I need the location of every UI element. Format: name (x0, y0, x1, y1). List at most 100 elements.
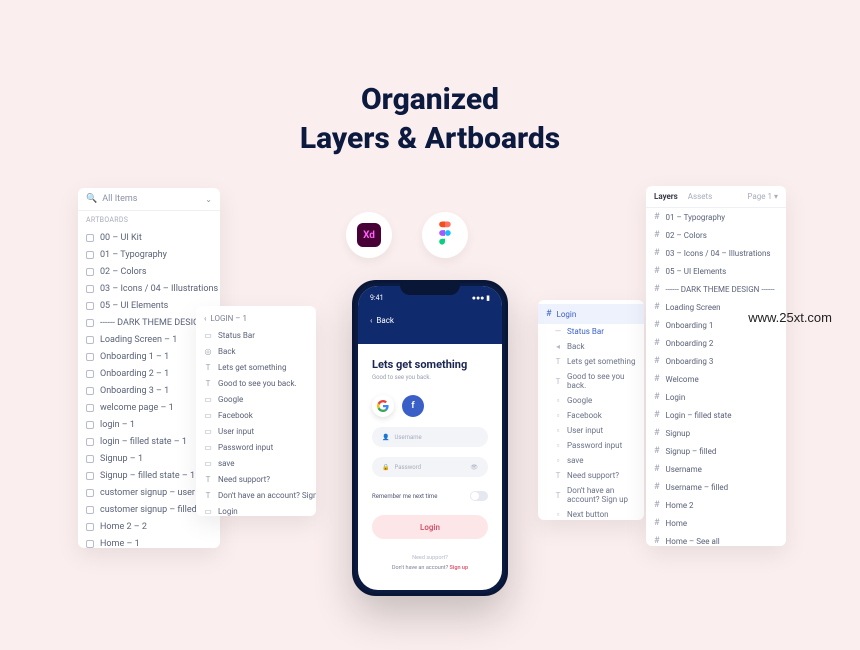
layer-row[interactable]: ▭Login (196, 503, 316, 516)
frame-row[interactable]: #Home – See all (646, 532, 786, 546)
frame-row[interactable]: #Onboarding 3 (646, 352, 786, 370)
artboard-row[interactable]: Home 2 – 2 (78, 518, 220, 535)
layer-row[interactable]: ◂Back (538, 339, 644, 354)
layer-row[interactable]: ▭User input (196, 423, 316, 439)
chevron-left-icon: ‹ (204, 314, 206, 323)
frame-icon: # (654, 518, 660, 528)
page-heading: Organized Layers & Artboards (0, 80, 860, 158)
frame-row[interactable]: #------ DARK THEME DESIGN ------ (646, 280, 786, 298)
remember-label: Remember me next time (372, 493, 437, 500)
tab-layers[interactable]: Layers (654, 192, 678, 201)
layer-type-icon: ▫ (554, 397, 562, 405)
panel-breadcrumb[interactable]: ‹ LOGIN – 1 (196, 310, 316, 327)
user-icon: 👤 (382, 434, 389, 441)
layer-row[interactable]: TLets get something (538, 354, 644, 369)
frame-row[interactable]: #Login (646, 388, 786, 406)
frame-row[interactable]: #03 – Icons / 04 – Illustrations (646, 244, 786, 262)
layer-row[interactable]: TDon't have an account? Sign up (196, 487, 316, 503)
layer-row[interactable]: ▫save (538, 453, 644, 468)
password-input[interactable]: 🔒 Password 👁 (372, 457, 488, 477)
page-selector[interactable]: Page 1 ▾ (747, 192, 778, 201)
frame-row[interactable]: #Login – filled state (646, 406, 786, 424)
artboard-icon (86, 472, 94, 480)
support-link[interactable]: Need support? (372, 555, 488, 561)
layer-type-icon: ▭ (204, 411, 212, 419)
back-button[interactable]: ‹ Back (370, 316, 490, 325)
frame-row[interactable]: #Username (646, 460, 786, 478)
frame-row[interactable]: #Home (646, 514, 786, 532)
layer-type-icon: — (554, 328, 562, 336)
signup-link[interactable]: Sign up (450, 565, 469, 571)
xd-icon: Xd (357, 223, 381, 247)
frame-row[interactable]: #02 – Colors (646, 226, 786, 244)
frame-row[interactable]: #Onboarding 2 (646, 334, 786, 352)
layer-row[interactable]: —Status Bar (538, 324, 644, 339)
layer-row[interactable]: ▭Status Bar (196, 327, 316, 343)
facebook-login-button[interactable]: f (402, 395, 424, 417)
frame-row[interactable]: #Home 2 (646, 496, 786, 514)
layer-row[interactable]: ▫Google (538, 393, 644, 408)
panel-tabs: Layers Assets Page 1 ▾ (646, 186, 786, 208)
frame-icon: # (654, 410, 660, 420)
artboard-icon (86, 234, 94, 242)
layer-row[interactable]: ▭Google (196, 391, 316, 407)
layer-row[interactable]: TLets get something (196, 359, 316, 375)
layer-row[interactable]: ▫Next button (538, 507, 644, 520)
artboard-row[interactable]: 01 – Typography (78, 246, 220, 263)
artboard-row[interactable]: 02 – Colors (78, 263, 220, 280)
login-button[interactable]: Login (372, 515, 488, 539)
layer-type-icon: ▭ (204, 443, 212, 451)
layer-row[interactable]: TGood to see you back. (538, 369, 644, 393)
layer-row[interactable]: TNeed support? (538, 468, 644, 483)
layer-row[interactable]: ◎Back (196, 343, 316, 359)
artboard-row[interactable]: Home – 1 (78, 535, 220, 548)
layer-row[interactable]: ▫Password input (538, 438, 644, 453)
layer-row[interactable]: ▫Facebook (538, 408, 644, 423)
frame-icon: # (654, 482, 660, 492)
frame-row[interactable]: #Signup – filled (646, 442, 786, 460)
artboard-icon (86, 370, 94, 378)
watermark: www.25xt.com (748, 310, 832, 325)
layer-row[interactable]: TGood to see you back. (196, 375, 316, 391)
artboard-icon (86, 387, 94, 395)
username-input[interactable]: 👤 Username (372, 427, 488, 447)
figma-icon (435, 220, 455, 250)
layer-type-icon: T (554, 491, 562, 499)
layer-row[interactable]: TDon't have an account? Sign up (538, 483, 644, 507)
artboard-row[interactable]: 00 – UI Kit (78, 229, 220, 246)
search-placeholder: All Items (102, 194, 137, 204)
eye-icon[interactable]: 👁 (470, 464, 478, 471)
search-input[interactable]: 🔍 All Items ⌄ (78, 188, 220, 211)
google-login-button[interactable] (372, 395, 394, 417)
search-icon: 🔍 (86, 194, 97, 204)
layer-row[interactable]: TNeed support? (196, 471, 316, 487)
frame-row[interactable]: #Signup (646, 424, 786, 442)
frame-row[interactable]: #Username – filled (646, 478, 786, 496)
artboard-icon (86, 251, 94, 259)
frame-icon: # (654, 212, 660, 222)
tab-assets[interactable]: Assets (688, 192, 712, 201)
artboard-icon (86, 540, 94, 548)
layer-row[interactable]: ▭save (196, 455, 316, 471)
frame-row[interactable]: #01 – Typography (646, 208, 786, 226)
selected-frame-header[interactable]: # Login (538, 304, 644, 324)
heading-line-2: Layers & Artboards (300, 121, 560, 156)
layer-row[interactable]: ▭Password input (196, 439, 316, 455)
artboards-section-label: ARTBOARDS (78, 211, 220, 229)
artboard-icon (86, 285, 94, 293)
layer-type-icon: T (554, 358, 562, 366)
frame-row[interactable]: #05 – UI Elements (646, 262, 786, 280)
remember-toggle[interactable] (470, 491, 488, 501)
chevron-down-icon[interactable]: ⌄ (205, 195, 212, 204)
lock-icon: 🔒 (382, 464, 389, 471)
frame-row[interactable]: #Welcome (646, 370, 786, 388)
layer-row[interactable]: ▫User input (538, 423, 644, 438)
artboard-icon (86, 302, 94, 310)
chevron-left-icon: ‹ (370, 316, 372, 325)
layer-row[interactable]: ▭Facebook (196, 407, 316, 423)
layer-type-icon: ◂ (554, 343, 562, 351)
artboard-row[interactable]: 03 – Icons / 04 – Illustrations (78, 280, 220, 297)
artboard-icon (86, 489, 94, 497)
layer-type-icon: ▭ (204, 459, 212, 467)
frame-icon: # (654, 230, 660, 240)
